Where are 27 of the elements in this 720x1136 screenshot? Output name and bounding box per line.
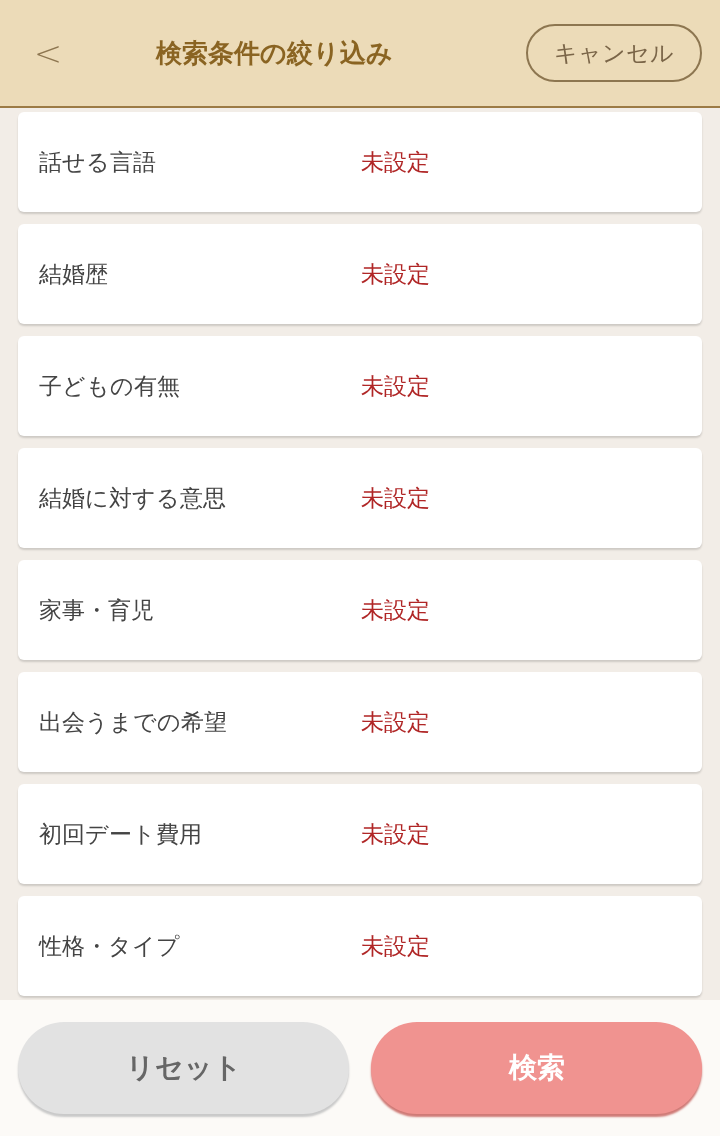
condition-value: 未設定 [361, 819, 430, 849]
condition-label: 結婚に対する意思 [39, 483, 227, 513]
condition-row[interactable]: 話せる言語 未設定 [18, 112, 702, 212]
condition-value: 未設定 [361, 147, 430, 177]
condition-value: 未設定 [361, 931, 430, 961]
condition-label: 性格・タイプ [39, 931, 181, 961]
condition-row[interactable]: 家事・育児 未設定 [18, 560, 702, 660]
reset-button[interactable]: リセット [18, 1022, 349, 1114]
condition-label: 話せる言語 [39, 147, 157, 177]
condition-row[interactable]: 出会うまでの希望 未設定 [18, 672, 702, 772]
condition-label: 家事・育児 [39, 595, 155, 625]
condition-row[interactable]: 子どもの有無 未設定 [18, 336, 702, 436]
condition-row[interactable]: 初回デート費用 未設定 [18, 784, 702, 884]
condition-label: 子どもの有無 [39, 371, 181, 401]
condition-row[interactable]: 結婚に対する意思 未設定 [18, 448, 702, 548]
condition-label: 結婚歴 [39, 259, 109, 289]
condition-value: 未設定 [361, 707, 430, 737]
condition-value: 未設定 [361, 259, 430, 289]
condition-label: 初回デート費用 [39, 819, 203, 849]
condition-label: 出会うまでの希望 [39, 707, 228, 737]
condition-value: 未設定 [361, 595, 430, 625]
condition-row[interactable]: 結婚歴 未設定 [18, 224, 702, 324]
page-title: 検索条件の絞り込み [156, 36, 393, 70]
condition-row[interactable]: 性格・タイプ 未設定 [18, 896, 702, 996]
cancel-button[interactable]: キャンセル [526, 23, 702, 83]
condition-value: 未設定 [361, 371, 430, 401]
condition-value: 未設定 [361, 483, 430, 513]
